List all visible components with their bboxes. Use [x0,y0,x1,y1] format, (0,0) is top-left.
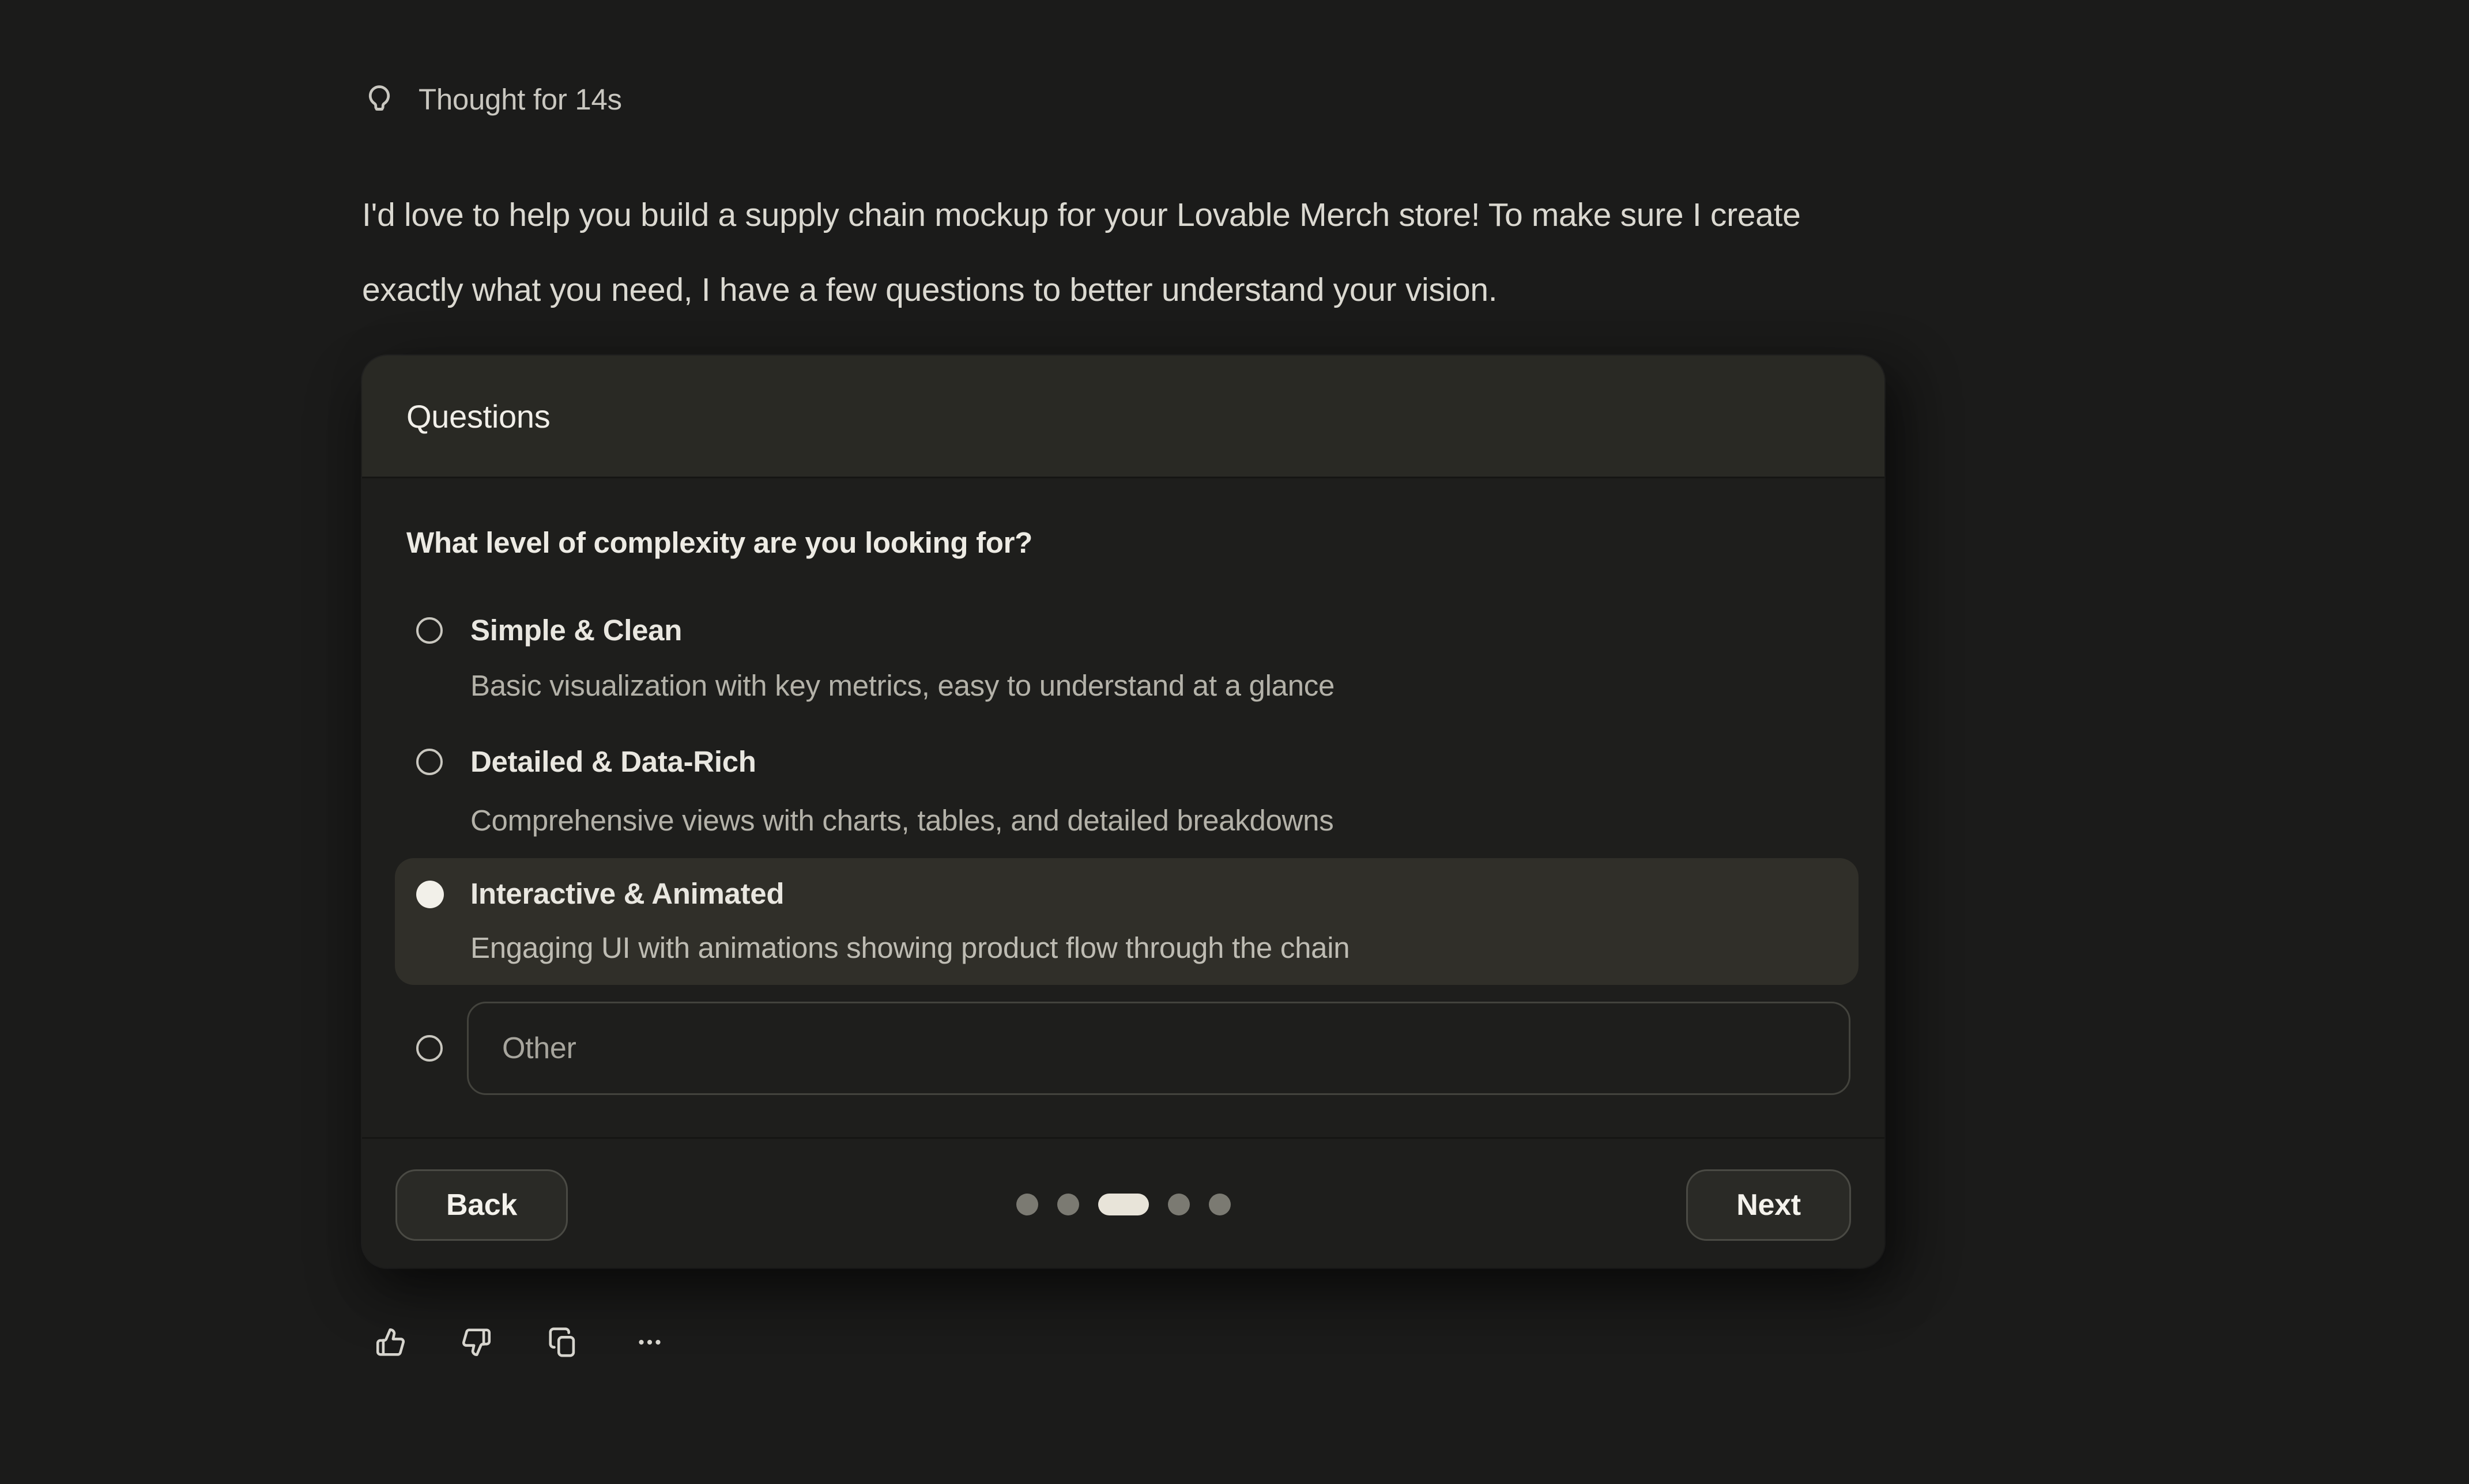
pagination-dot [1209,1194,1231,1215]
option-interactive-animated[interactable]: Interactive & Animated Engaging UI with … [395,858,1859,985]
card-title: Questions [406,398,550,435]
pagination-dot [1168,1194,1190,1215]
copy-icon [546,1326,580,1359]
questions-card: Questions What level of complexity are y… [362,356,1884,1268]
back-button[interactable]: Back [395,1169,568,1241]
option-description: Engaging UI with animations showing prod… [470,930,1350,966]
pagination-dots [1016,1194,1231,1215]
thought-label: Thought for 14s [419,80,622,120]
more-options-button[interactable] [633,1326,666,1359]
ellipsis-icon [633,1326,666,1359]
thumbs-down-button[interactable] [460,1326,493,1359]
questions-card-header: Questions [362,356,1884,478]
assistant-message-text: I'd love to help you build a supply chai… [362,178,2241,327]
question-text: What level of complexity are you looking… [406,525,1032,561]
thumbs-down-icon [460,1326,493,1359]
radio-simple-clean[interactable] [416,617,443,644]
other-option-input[interactable] [467,1002,1850,1095]
radio-detailed-data-rich[interactable] [416,749,443,775]
option-title: Interactive & Animated [470,876,784,912]
lightbulb-icon [362,81,397,119]
next-button[interactable]: Next [1686,1169,1851,1241]
thumbs-up-icon [374,1326,407,1359]
thought-toggle[interactable]: Thought for 14s [362,80,622,120]
option-title: Simple & Clean [470,613,682,648]
card-footer: Back Next [362,1137,1884,1268]
option-description: Comprehensive views with charts, tables,… [470,803,1333,839]
chat-message-view: Thought for 14s I'd love to help you bui… [0,0,2469,1484]
message-actions [374,1326,666,1359]
pagination-dot [1016,1194,1038,1215]
pagination-dot-active [1098,1194,1149,1215]
pagination-dot [1057,1194,1079,1215]
radio-other[interactable] [416,1035,443,1062]
option-title: Detailed & Data-Rich [470,744,756,780]
copy-button[interactable] [546,1326,580,1359]
option-description: Basic visualization with key metrics, ea… [470,668,1335,704]
radio-interactive-animated[interactable] [416,881,444,908]
thumbs-up-button[interactable] [374,1326,407,1359]
